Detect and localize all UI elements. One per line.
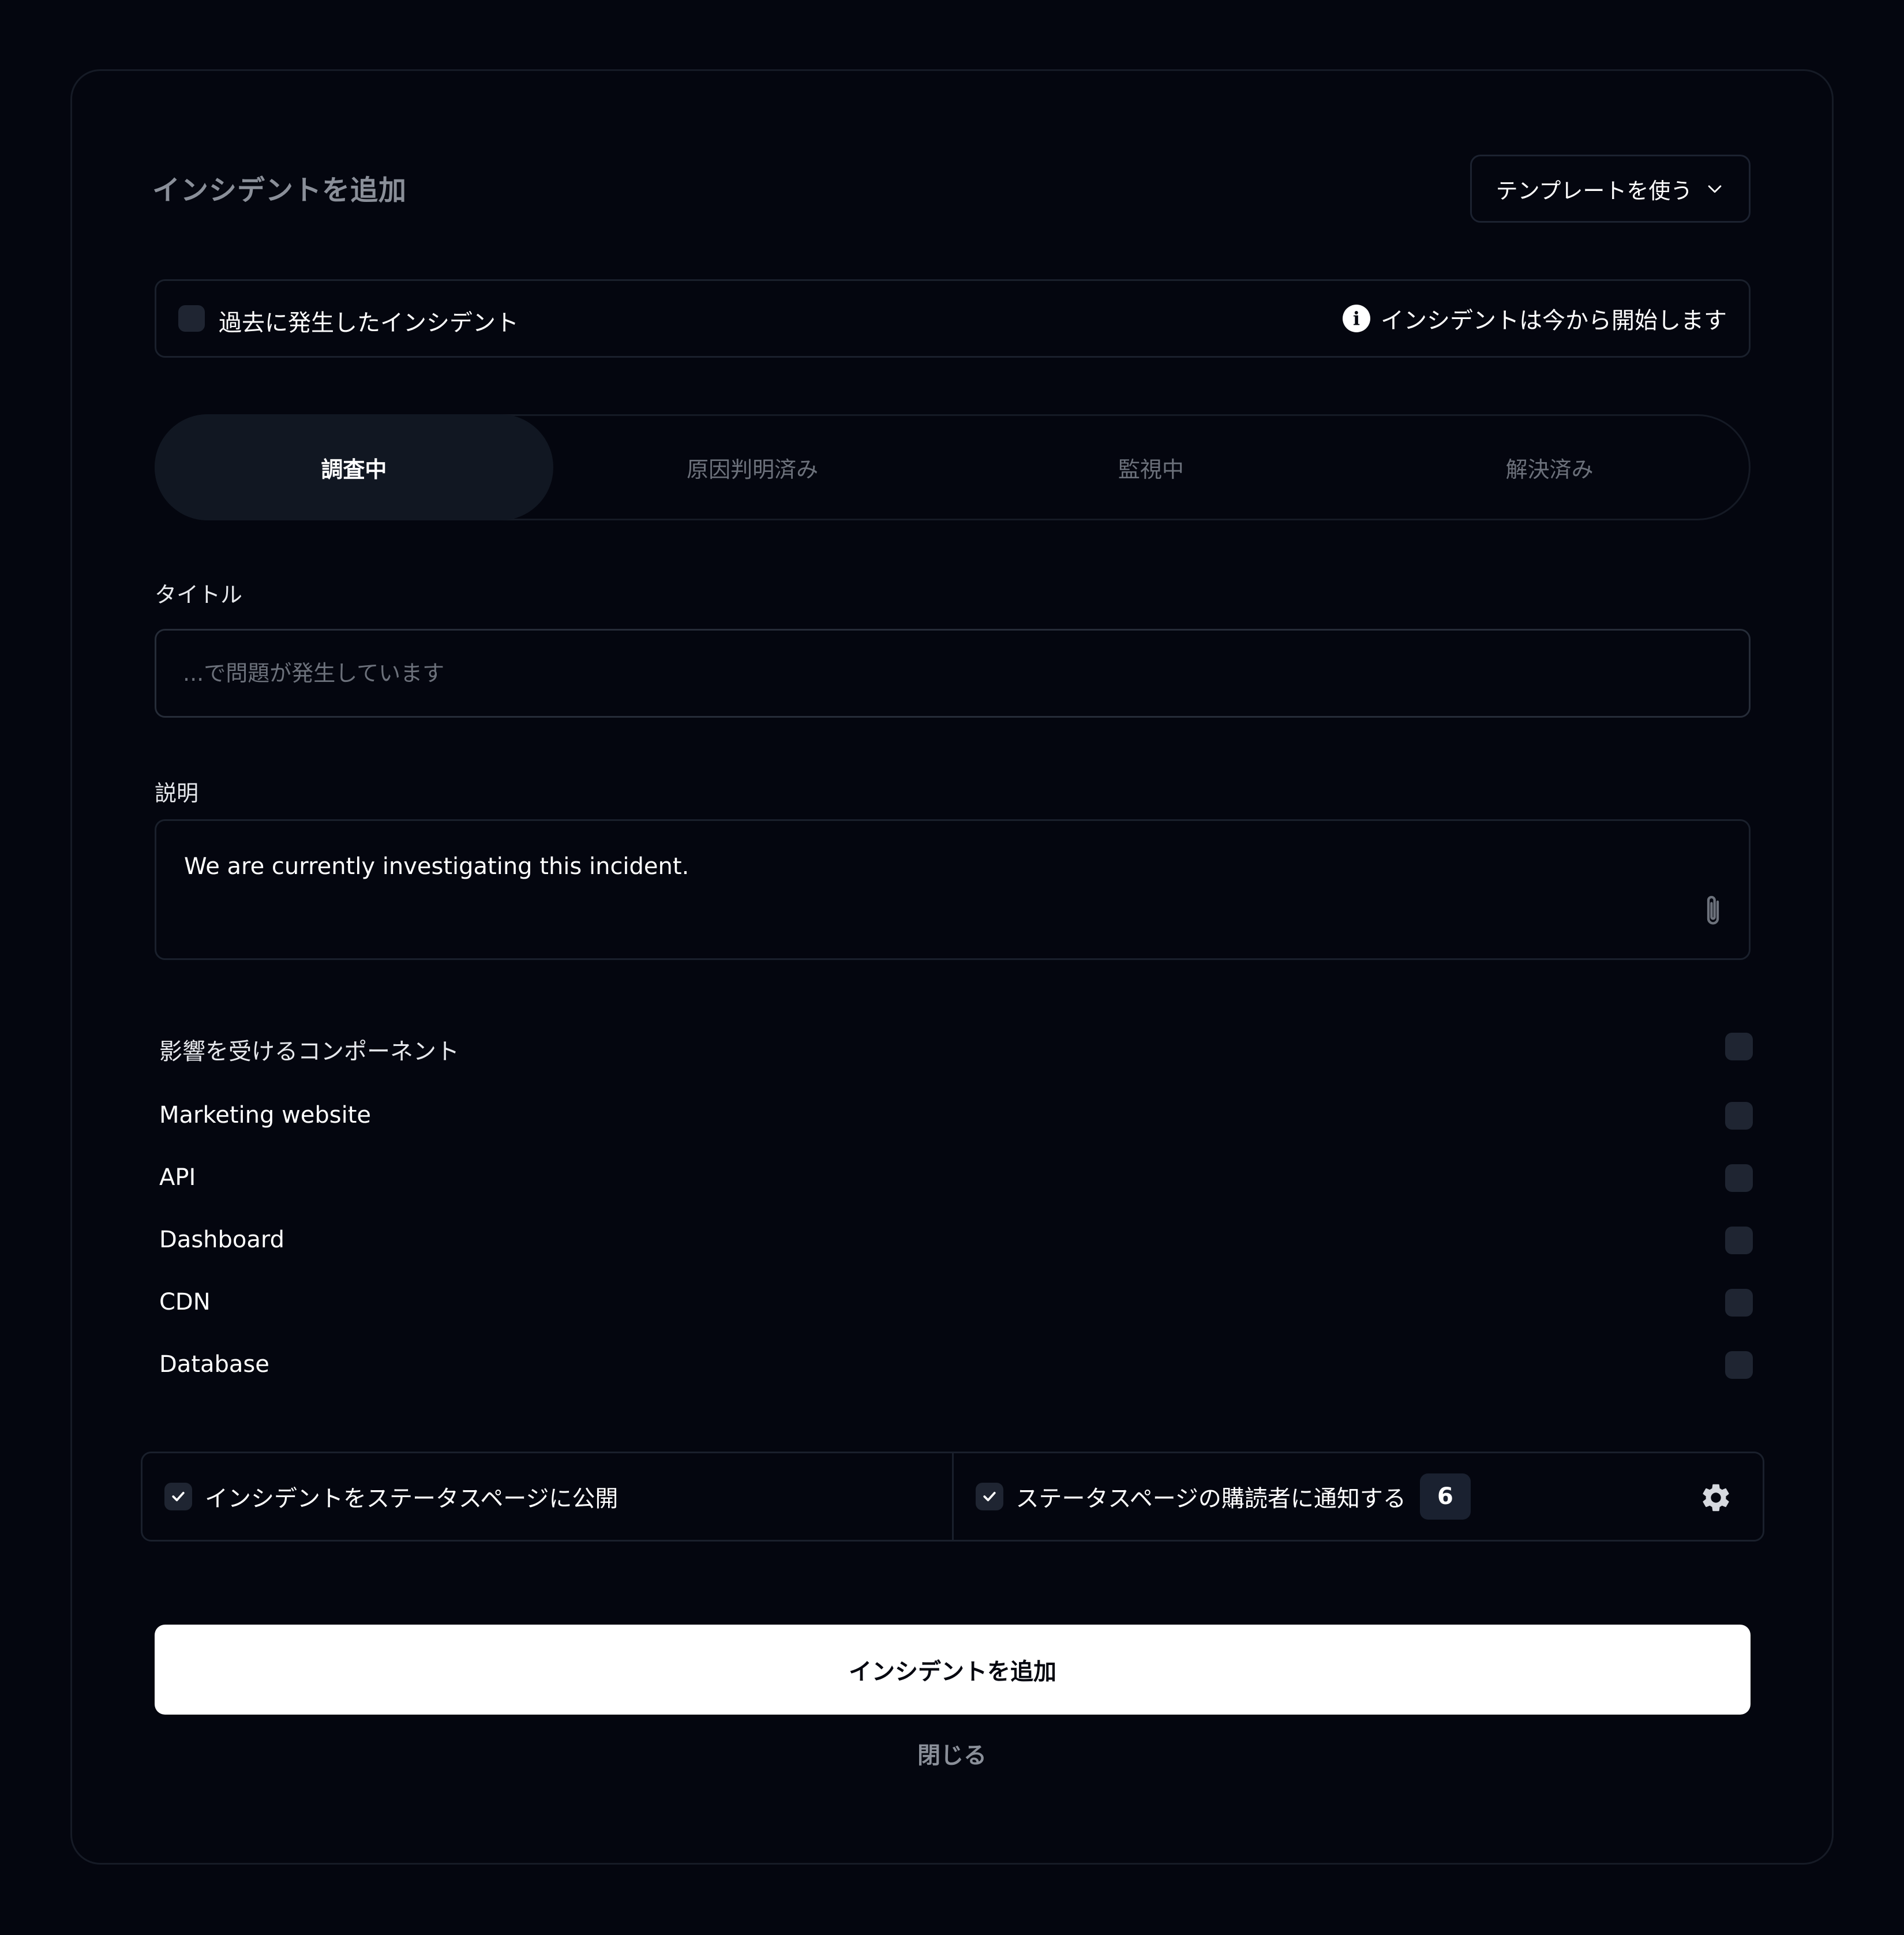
incident-start-info: i インシデントは今から開始します: [1343, 302, 1727, 335]
component-checkbox[interactable]: [1725, 1102, 1753, 1130]
tab-investigating[interactable]: 調査中: [155, 414, 553, 520]
past-incident-label[interactable]: 過去に発生したインシデント: [219, 304, 519, 337]
info-icon: i: [1343, 305, 1370, 332]
component-row: Database: [159, 1348, 1753, 1382]
tab-monitoring[interactable]: 監視中: [952, 416, 1351, 519]
title-input[interactable]: [155, 629, 1751, 718]
publish-label: インシデントをステータスページに公開: [205, 1486, 619, 1512]
component-label: CDN: [159, 1289, 211, 1315]
component-row: Marketing website: [159, 1098, 1753, 1133]
component-label: Dashboard: [159, 1227, 285, 1253]
component-row: Dashboard: [159, 1223, 1753, 1258]
past-incident-checkbox[interactable]: [178, 305, 205, 332]
chevron-down-icon: [1708, 185, 1722, 193]
past-incident-row: 過去に発生したインシデント i インシデントは今から開始します: [155, 279, 1751, 358]
tab-identified[interactable]: 原因判明済み: [553, 416, 952, 519]
component-row: API: [159, 1161, 1753, 1195]
component-row: CDN: [159, 1285, 1753, 1320]
notify-checkbox[interactable]: [975, 1483, 1003, 1510]
publish-option[interactable]: インシデントをステータスページに公開: [143, 1453, 952, 1540]
affected-components-header: 影響を受けるコンポーネント: [159, 1029, 1753, 1065]
notify-option[interactable]: ステータスページの購読者に通知する 6: [951, 1453, 1763, 1540]
dialog-title: インシデントを追加: [152, 174, 407, 207]
component-checkbox[interactable]: [1725, 1164, 1753, 1192]
add-incident-button[interactable]: インシデントを追加: [155, 1625, 1751, 1715]
status-tabs: 調査中 原因判明済み 監視中 解決済み: [155, 414, 1751, 520]
check-icon: [172, 1491, 185, 1502]
gear-icon[interactable]: [1699, 1481, 1733, 1514]
subscriber-count-badge: 6: [1419, 1473, 1471, 1520]
tab-resolved[interactable]: 解決済み: [1350, 416, 1749, 519]
component-checkbox[interactable]: [1725, 1289, 1753, 1317]
component-checkbox[interactable]: [1725, 1227, 1753, 1254]
description-text: We are currently investigating this inci…: [184, 853, 689, 880]
use-template-dropdown[interactable]: テンプレートを使う: [1470, 155, 1751, 223]
select-all-components-checkbox[interactable]: [1725, 1033, 1753, 1060]
check-icon: [983, 1491, 996, 1502]
affected-components-label: 影響を受けるコンポーネント: [159, 1038, 459, 1065]
template-button-label: テンプレートを使う: [1496, 178, 1693, 204]
incident-start-info-text: インシデントは今から開始します: [1381, 308, 1727, 334]
publish-options-bar: インシデントをステータスページに公開 ステータスページの購読者に通知する 6: [141, 1452, 1764, 1542]
component-label: Marketing website: [159, 1102, 372, 1128]
component-label: Database: [159, 1351, 269, 1378]
notify-label: ステータスページの購読者に通知する: [1015, 1486, 1406, 1512]
paperclip-icon[interactable]: [1700, 892, 1726, 929]
description-field-label: 説明: [155, 781, 199, 806]
close-button[interactable]: 閉じる: [865, 1737, 1039, 1770]
title-field-label: タイトル: [155, 582, 243, 608]
publish-checkbox[interactable]: [164, 1483, 192, 1510]
component-label: API: [159, 1164, 196, 1191]
description-textarea[interactable]: We are currently investigating this inci…: [155, 819, 1751, 960]
component-checkbox[interactable]: [1725, 1351, 1753, 1379]
